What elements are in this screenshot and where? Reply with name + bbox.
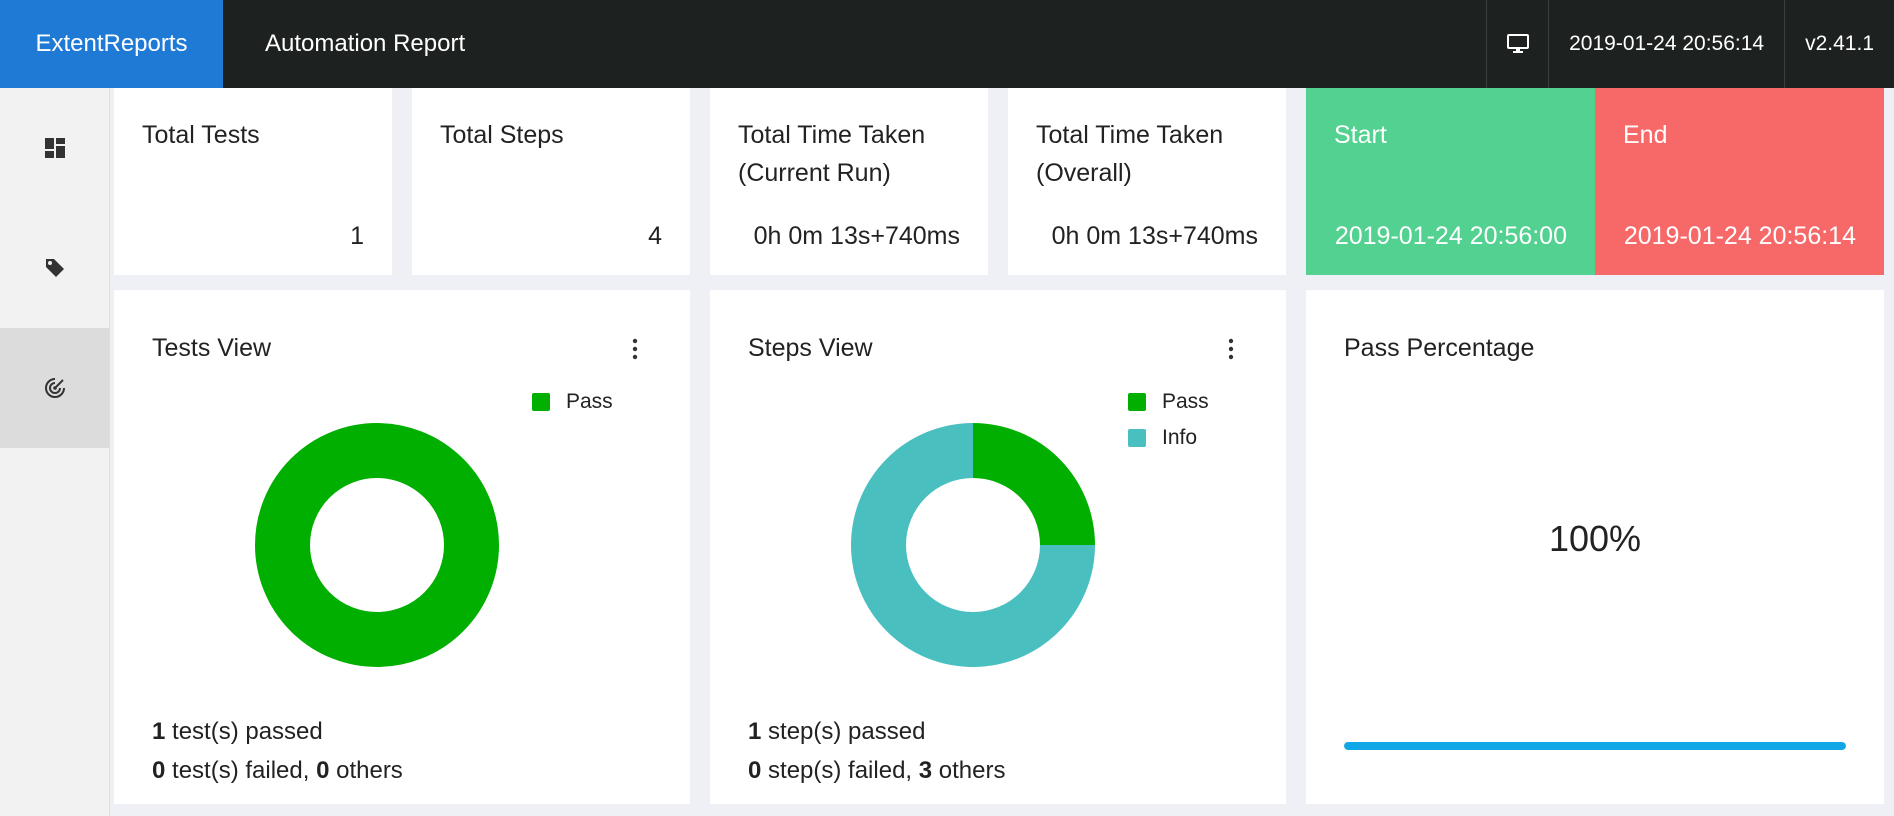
more-options-icon[interactable] xyxy=(632,338,638,360)
tests-view-legend: Pass xyxy=(532,390,613,414)
steps-view-summary: 1 step(s) passed 0 step(s) failed, 3 oth… xyxy=(748,712,1006,790)
tests-others-count: 0 xyxy=(316,757,330,784)
tests-failed-line: 0 test(s) failed, 0 others xyxy=(152,751,403,790)
time-current-label-line1: Total Time Taken xyxy=(738,121,926,149)
steps-view-legend-swatch xyxy=(1128,429,1146,447)
tests-view-donut-chart xyxy=(255,423,499,667)
steps-others-count: 3 xyxy=(918,757,933,784)
pass-percentage-card: Pass Percentage 100% xyxy=(1306,290,1884,804)
sidebar-item-tags[interactable] xyxy=(0,208,109,328)
steps-view-title: Steps View xyxy=(748,334,873,362)
tests-view-legend-swatch xyxy=(532,393,550,411)
tests-others-text: others xyxy=(329,757,403,784)
total-steps-card: Total Steps 4 xyxy=(412,88,690,275)
tests-view-card: Tests View Pass 1 test(s) passed 0 test(… xyxy=(114,290,690,804)
steps-passed-line: 1 step(s) passed xyxy=(748,712,1006,751)
tests-view-legend-item[interactable]: Pass xyxy=(532,390,613,414)
time-overall-label: Total Time Taken (Overall) xyxy=(1036,116,1223,192)
tests-view-title: Tests View xyxy=(152,334,272,362)
total-tests-value: 1 xyxy=(350,222,364,250)
monitor-button[interactable] xyxy=(1486,0,1548,88)
tests-passed-count: 1 xyxy=(152,718,166,745)
monitor-icon xyxy=(1506,34,1529,53)
radar-icon xyxy=(44,377,66,398)
steps-failed-text: step(s) failed, xyxy=(761,757,919,784)
total-steps-value: 4 xyxy=(648,222,662,250)
donut-slice-pass[interactable] xyxy=(255,423,499,667)
dashboard-icon xyxy=(44,138,65,158)
time-overall-card: Total Time Taken (Overall) 0h 0m 13s+740… xyxy=(1008,88,1286,275)
total-tests-card: Total Tests 1 xyxy=(114,88,392,275)
end-label: End xyxy=(1623,121,1668,149)
steps-view-legend-label: Pass xyxy=(1162,390,1209,413)
pass-percentage-title: Pass Percentage xyxy=(1344,334,1535,362)
steps-view-legend-item[interactable]: Info xyxy=(1128,426,1209,450)
pass-percentage-value: 100% xyxy=(1548,518,1642,559)
steps-view-legend-label: Info xyxy=(1162,426,1198,449)
tests-failed-count: 0 xyxy=(152,757,166,784)
time-current-card: Total Time Taken (Current Run) 0h 0m 13s… xyxy=(710,88,988,275)
pass-percentage-progress-fill xyxy=(1344,742,1846,750)
time-overall-label-line2: (Overall) xyxy=(1036,159,1132,187)
time-current-value: 0h 0m 13s+740ms xyxy=(753,222,960,250)
time-current-label-line2: (Current Run) xyxy=(738,159,891,187)
time-overall-label-line1: Total Time Taken xyxy=(1036,121,1224,149)
start-time-card: Start 2019-01-24 20:56:00 xyxy=(1306,88,1595,275)
tests-passed-line: 1 test(s) passed xyxy=(152,712,403,751)
steps-view-legend-swatch xyxy=(1128,393,1146,411)
steps-view-legend: Pass Info xyxy=(1128,390,1209,450)
pass-percentage-progress-track xyxy=(1344,742,1846,750)
tests-view-summary: 1 test(s) passed 0 test(s) failed, 0 oth… xyxy=(152,712,403,790)
version-label: v2.41.1 xyxy=(1784,0,1894,88)
navbar-right: 2019-01-24 20:56:14 v2.41.1 xyxy=(1486,0,1894,88)
tests-passed-text: test(s) passed xyxy=(165,718,323,745)
end-time-card: End 2019-01-24 20:56:14 xyxy=(1595,88,1884,275)
tests-failed-text: test(s) failed, xyxy=(165,757,317,784)
run-datetime: 2019-01-24 20:56:14 xyxy=(1548,0,1784,88)
total-steps-label: Total Steps xyxy=(440,121,564,149)
steps-failed-line: 0 step(s) failed, 3 others xyxy=(748,751,1006,790)
more-options-icon[interactable] xyxy=(1228,338,1234,360)
steps-view-donut-chart xyxy=(851,423,1095,667)
sidebar-item-dashboard[interactable] xyxy=(0,88,109,208)
brand-logo[interactable]: ExtentReports xyxy=(0,0,223,88)
time-current-label: Total Time Taken (Current Run) xyxy=(738,116,925,192)
start-value: 2019-01-24 20:56:00 xyxy=(1334,222,1567,250)
steps-passed-text: step(s) passed xyxy=(761,718,926,745)
tag-icon xyxy=(45,259,64,277)
steps-view-legend-item[interactable]: Pass xyxy=(1128,390,1209,414)
steps-passed-count: 1 xyxy=(748,718,762,745)
total-tests-label: Total Tests xyxy=(142,121,260,149)
start-label: Start xyxy=(1334,121,1387,149)
sidebar xyxy=(0,88,110,816)
steps-others-text: others xyxy=(932,757,1006,784)
end-value: 2019-01-24 20:56:14 xyxy=(1623,222,1856,250)
sidebar-item-analysis[interactable] xyxy=(0,328,109,448)
steps-failed-count: 0 xyxy=(748,757,762,784)
tests-view-legend-label: Pass xyxy=(566,390,613,413)
top-navbar: ExtentReports Automation Report 2019-01-… xyxy=(0,0,1894,88)
donut-slice-pass[interactable] xyxy=(973,423,1095,545)
report-title: Automation Report xyxy=(265,30,466,57)
steps-view-card: Steps View Pass Info 1 step(s) passed 0 s… xyxy=(710,290,1286,804)
time-overall-value: 0h 0m 13s+740ms xyxy=(1051,222,1258,250)
